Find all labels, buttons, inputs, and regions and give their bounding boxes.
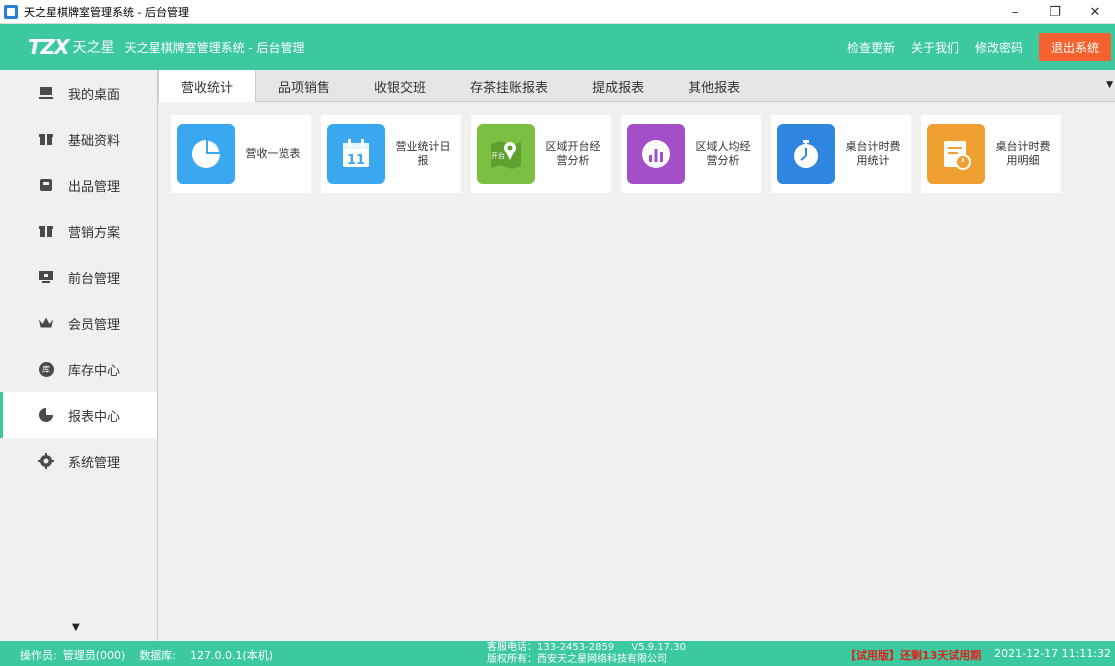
copyright: 版权所有：西安天之星网络科技有限公司: [487, 654, 667, 665]
sidebar-item-desktop[interactable]: 我的桌面: [0, 70, 157, 116]
logout-button[interactable]: 退出系统: [1039, 33, 1111, 61]
operator-label: 操作员:: [20, 649, 57, 662]
status-left: 操作员: 管理员(000) 数据库: 127.0.0.1(本机): [20, 647, 279, 663]
change-password-link[interactable]: 修改密码: [975, 39, 1023, 56]
datetime: 2021-12-17 11:11:32: [994, 647, 1111, 660]
sidebar-item-marketing[interactable]: 营销方案: [0, 208, 157, 254]
logo: TZX 天之星: [28, 35, 115, 59]
map-pin-icon: 开台: [477, 124, 535, 184]
report-tabs: 营收统计 品项销售 收银交班 存茶挂账报表 提成报表 其他报表 ▼: [158, 70, 1115, 103]
sidebar-item-label: 我的桌面: [68, 87, 121, 103]
sidebar: 我的桌面 基础资料 出品管理 营销方案 前台管理 会员管理 库 库存中心 报表中…: [0, 70, 158, 641]
sidebar-item-basic-data[interactable]: 基础资料: [0, 116, 157, 162]
database-label: 数据库:: [139, 649, 177, 662]
stopwatch-icon: [777, 124, 835, 184]
sidebar-item-label: 系统管理: [68, 455, 121, 471]
about-us-link[interactable]: 关于我们: [911, 39, 959, 56]
tab-commission-report[interactable]: 提成报表: [570, 70, 666, 102]
logo-mark: TZX: [28, 35, 70, 59]
calendar-icon: 11: [327, 124, 385, 184]
gift-icon: [38, 223, 54, 239]
main-content: 营收一览表 11 营业统计日报 开台 区域开台经营分析 区域人均经营分析 桌台计…: [158, 102, 1115, 641]
box-icon: [38, 177, 54, 193]
tab-item-sales[interactable]: 品项销售: [256, 70, 352, 102]
sidebar-item-reports[interactable]: 报表中心: [0, 392, 157, 438]
check-update-link[interactable]: 检查更新: [847, 39, 895, 56]
report-card-area-per-capita[interactable]: 区域人均经营分析: [621, 115, 761, 193]
bar-chart-icon: [627, 124, 685, 184]
report-card-table-timing-stats[interactable]: 桌台计时费用统计: [771, 115, 911, 193]
report-cards: 营收一览表 11 营业统计日报 开台 区域开台经营分析 区域人均经营分析 桌台计…: [171, 115, 1071, 193]
card-label: 营业统计日报: [395, 140, 451, 167]
report-card-daily-report[interactable]: 11 营业统计日报: [321, 115, 461, 193]
tab-revenue-stats[interactable]: 营收统计: [158, 70, 257, 103]
gift-icon: [38, 131, 54, 147]
card-label: 桌台计时费用统计: [845, 140, 901, 167]
pie-chart-icon: [177, 124, 235, 184]
database-value: 127.0.0.1(本机): [190, 649, 274, 662]
window-title: 天之星棋牌室管理系统 - 后台管理: [24, 5, 189, 19]
app-icon: [4, 4, 18, 19]
tab-tea-credit-report[interactable]: 存茶挂账报表: [448, 70, 570, 102]
svg-text:11: 11: [347, 153, 365, 168]
desktop-icon: [38, 85, 54, 101]
header-subtitle: 天之星棋牌室管理系统 - 后台管理: [124, 40, 305, 55]
app-header: TZX 天之星 天之星棋牌室管理系统 - 后台管理 检查更新 关于我们 修改密码…: [0, 24, 1115, 70]
tab-cashier-shift[interactable]: 收银交班: [352, 70, 448, 102]
report-card-area-open-analysis[interactable]: 开台 区域开台经营分析: [471, 115, 611, 193]
app-version: V5.9.17.30: [631, 642, 686, 653]
trial-notice: 【试用版】还剩13天试用期: [845, 649, 982, 662]
restore-button[interactable]: ❐: [1035, 0, 1075, 24]
sidebar-item-label: 出品管理: [68, 179, 121, 195]
sidebar-item-products[interactable]: 出品管理: [0, 162, 157, 208]
operator-value: 管理员(000): [62, 649, 126, 662]
card-label: 区域人均经营分析: [695, 140, 751, 167]
tabs-dropdown-icon[interactable]: ▼: [1106, 80, 1113, 90]
sidebar-item-label: 基础资料: [68, 133, 121, 149]
window-controls: – ❐ ✕: [995, 0, 1115, 24]
sidebar-scroll-down-icon[interactable]: ▼: [72, 622, 80, 633]
sidebar-item-label: 会员管理: [68, 317, 121, 333]
sidebar-item-members[interactable]: 会员管理: [0, 300, 157, 346]
logo-name: 天之星: [72, 40, 115, 56]
window-titlebar: 天之星棋牌室管理系统 - 后台管理 – ❐ ✕: [0, 0, 1115, 24]
sidebar-item-label: 前台管理: [68, 271, 121, 287]
status-center: 客服电话：133-2453-2859 V5.9.17.30 版权所有：西安天之星…: [487, 642, 686, 666]
warehouse-icon: 库: [38, 361, 54, 377]
close-button[interactable]: ✕: [1075, 0, 1115, 24]
sidebar-item-label: 营销方案: [68, 225, 121, 241]
sidebar-item-inventory[interactable]: 库 库存中心: [0, 346, 157, 392]
sidebar-item-label: 库存中心: [68, 363, 121, 379]
monitor-icon: [38, 269, 54, 285]
pie-chart-icon: [38, 407, 54, 423]
support-phone: 客服电话：133-2453-2859: [487, 642, 615, 653]
svg-text:开台: 开台: [491, 151, 505, 160]
sidebar-item-front-desk[interactable]: 前台管理: [0, 254, 157, 300]
card-label: 桌台计时费用明细: [995, 140, 1051, 167]
sidebar-item-label: 报表中心: [68, 409, 121, 425]
minimize-button[interactable]: –: [995, 0, 1035, 24]
sidebar-item-system[interactable]: 系统管理: [0, 438, 157, 484]
document-timer-icon: [927, 124, 985, 184]
header-links: 检查更新 关于我们 修改密码 退出系统: [847, 33, 1111, 61]
card-label: 区域开台经营分析: [545, 140, 601, 167]
report-card-revenue-overview[interactable]: 营收一览表: [171, 115, 311, 193]
report-card-table-timing-detail[interactable]: 桌台计时费用明细: [921, 115, 1061, 193]
card-label: 营收一览表: [245, 147, 301, 160]
status-bar: 操作员: 管理员(000) 数据库: 127.0.0.1(本机) 客服电话：13…: [0, 641, 1115, 666]
tab-other-reports[interactable]: 其他报表: [666, 70, 762, 102]
crown-icon: [38, 315, 54, 331]
gear-icon: [38, 453, 54, 469]
